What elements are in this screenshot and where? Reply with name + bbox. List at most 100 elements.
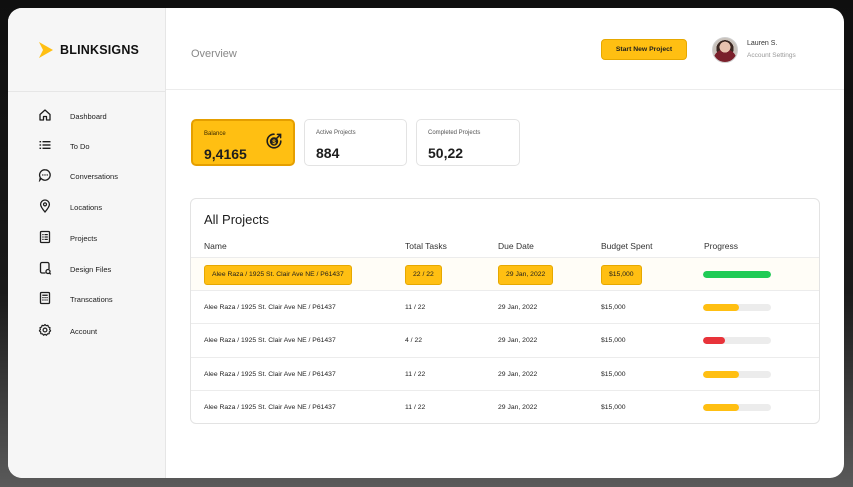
cell-total-tasks: 11 / 22 [405,291,425,324]
table-row[interactable]: Alee Raza / 1925 St. Clair Ave NE / P614… [191,390,819,423]
progress-bar [703,404,771,411]
completed-projects-card[interactable]: Completed Projects 50,22 [416,119,520,166]
name-text: Alee Raza / 1925 St. Clair Ave NE / P614… [204,371,336,378]
sidebar-item-account[interactable]: Account [8,318,166,344]
total-tasks-text: 11 / 22 [405,404,426,411]
column-header-budget-spent[interactable]: Budget Spent [601,241,653,251]
sidebar-item-label: Account [70,326,98,336]
progress-bar [703,337,771,344]
table-row[interactable]: Alee Raza / 1925 St. Clair Ave NE / P614… [191,323,819,357]
user-name[interactable]: Lauren S. [747,40,777,47]
cell-name: Alee Raza / 1925 St. Clair Ave NE / P614… [204,258,352,291]
budget-spent-text: $15,000 [601,304,626,311]
cell-total-tasks: 11 / 22 [405,358,425,391]
due-date-text: 29 Jan, 2022 [498,337,538,344]
table-row[interactable]: Alee Raza / 1925 St. Clair Ave NE / P614… [191,290,819,324]
balance-card[interactable]: Balance 9,4165 $ [191,119,295,166]
sidebar-item-label: Dashboard [70,111,107,121]
active-projects-card[interactable]: Active Projects 884 [304,119,407,166]
column-header-name[interactable]: Name [204,241,227,251]
cell-budget-spent: $15,000 [601,358,626,391]
start-new-project-button[interactable]: Start New Project [601,39,687,60]
sidebar-item-label: Transcations [70,294,113,304]
sidebar-item-label: Design Files [70,264,112,274]
stat-label: Balance [204,131,226,137]
svg-text:$: $ [272,139,276,146]
table-row[interactable]: Alee Raza / 1925 St. Clair Ave NE / P614… [191,257,819,291]
column-header-due-date[interactable]: Due Date [498,241,534,251]
sidebar-item-design-files[interactable]: Design Files [8,256,166,282]
sidebar-item-todo[interactable]: To Do [8,133,166,159]
home-icon [37,107,53,123]
total-tasks-text: 22 / 22 [405,264,442,285]
progress-fill [703,404,740,411]
page-title: Overview [191,48,237,60]
cell-due-date: 29 Jan, 2022 [498,258,554,291]
all-projects-table: All Projects Name Total Tasks Due Date B… [190,198,820,424]
cell-total-tasks: 11 / 22 [405,391,426,423]
progress-fill [703,371,740,378]
total-tasks-text: 4 / 22 [405,337,423,344]
sidebar: BLINKSIGNS Dashboard To Do Conversations… [8,8,166,478]
cell-due-date: 29 Jan, 2022 [498,324,537,357]
chat-icon [37,167,53,183]
top-header: Overview Start New Project Lauren S. Acc… [166,8,844,90]
progress-bar [703,304,771,311]
stat-label: Active Projects [316,130,356,136]
cell-budget-spent: $15,000 [601,391,626,423]
receipt-icon [37,290,53,306]
brand-logo[interactable]: BLINKSIGNS [38,41,139,59]
sidebar-item-projects[interactable]: Projects [8,225,166,251]
sidebar-item-transcations[interactable]: Transcations [8,286,166,312]
budget-spent-text: $15,000 [601,264,642,285]
avatar[interactable] [712,37,738,63]
stat-value: 884 [316,145,340,161]
progress-fill [703,304,740,311]
cell-budget-spent: $15,000 [601,291,626,324]
progress-fill [703,337,725,344]
projects-icon [37,229,53,245]
cell-name: Alee Raza / 1925 St. Clair Ave NE / P614… [204,324,336,357]
table-title: All Projects [204,212,270,227]
column-header-total-tasks[interactable]: Total Tasks [405,241,447,251]
sidebar-item-conversations[interactable]: Conversations [8,163,166,189]
name-text: Alee Raza / 1925 St. Clair Ave NE / P614… [204,264,352,285]
cell-name: Alee Raza / 1925 St. Clair Ave NE / P614… [204,291,336,324]
gear-icon [37,322,53,338]
location-pin-icon [37,198,53,214]
dollar-coin-icon: $ [265,132,283,155]
cell-total-tasks: 22 / 22 [405,258,442,291]
cell-budget-spent: $15,000 [601,258,642,291]
stat-value: 50,22 [428,145,464,161]
cell-total-tasks: 4 / 22 [405,324,422,357]
name-text: Alee Raza / 1925 St. Clair Ave NE / P614… [204,304,336,311]
logo-chevron-icon [38,41,54,59]
name-text: Alee Raza / 1925 St. Clair Ave NE / P614… [204,404,336,411]
progress-bar [703,371,771,378]
sidebar-item-label: To Do [70,141,90,151]
design-files-icon [37,260,53,276]
progress-fill [703,271,771,278]
cell-due-date: 29 Jan, 2022 [498,358,537,391]
due-date-text: 29 Jan, 2022 [498,371,538,378]
account-settings-link[interactable]: Account Settings [747,52,796,59]
sidebar-item-label: Projects [70,233,98,243]
sidebar-item-dashboard[interactable]: Dashboard [8,103,166,129]
table-row[interactable]: Alee Raza / 1925 St. Clair Ave NE / P614… [191,357,819,391]
sidebar-item-label: Conversations [70,171,118,181]
cell-name: Alee Raza / 1925 St. Clair Ave NE / P614… [204,391,336,423]
total-tasks-text: 11 / 22 [405,371,426,378]
due-date-text: 29 Jan, 2022 [498,304,538,311]
cell-due-date: 29 Jan, 2022 [498,291,537,324]
stat-value: 9,4165 [204,146,247,162]
stat-label: Completed Projects [428,130,481,136]
cell-budget-spent: $15,000 [601,324,626,357]
column-header-progress[interactable]: Progress [704,241,738,251]
budget-spent-text: $15,000 [601,371,626,378]
due-date-text: 29 Jan, 2022 [498,264,554,285]
sidebar-item-locations[interactable]: Locations [8,194,166,220]
list-icon [37,137,53,153]
progress-bar [703,271,771,278]
cell-name: Alee Raza / 1925 St. Clair Ave NE / P614… [204,358,336,391]
total-tasks-text: 11 / 22 [405,304,426,311]
